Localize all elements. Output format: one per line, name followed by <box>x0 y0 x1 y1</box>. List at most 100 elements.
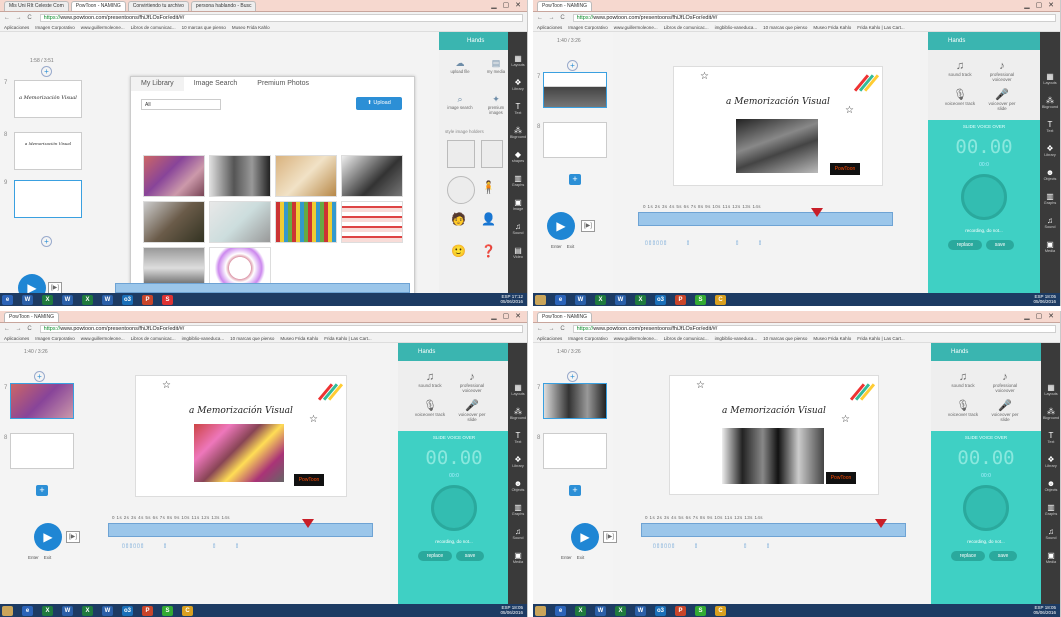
bookmark[interactable]: Museo Frida Kahlo <box>280 336 318 341</box>
sound-track-option[interactable]: ♫ sound track <box>412 371 448 388</box>
tool-text[interactable]: T Text <box>1040 120 1060 133</box>
playhead-marker[interactable] <box>811 208 823 217</box>
tool-video[interactable]: ▤ Video <box>508 246 527 259</box>
library-image[interactable] <box>341 201 403 243</box>
tab-my-library[interactable]: My Library <box>131 77 184 91</box>
spotify-icon[interactable]: S <box>695 294 706 305</box>
library-image[interactable] <box>275 201 337 243</box>
browser-tab[interactable]: Convirtiendo tu archivo <box>127 1 189 11</box>
slide-photo[interactable] <box>194 424 284 482</box>
play-button[interactable]: ▶ <box>547 212 575 240</box>
word-icon[interactable]: W <box>615 294 626 305</box>
tool-sound[interactable]: ♫ Sound <box>508 527 527 540</box>
word-icon[interactable]: W <box>22 294 33 305</box>
outlook-icon[interactable]: o3 <box>655 605 666 616</box>
slide-photo[interactable] <box>736 119 818 173</box>
word-icon[interactable]: W <box>102 605 113 616</box>
bookmark[interactable]: Aplicaciones <box>4 25 29 30</box>
bookmark[interactable]: Aplicaciones <box>537 336 562 341</box>
bookmark[interactable]: Libros de comunicac... <box>131 25 176 30</box>
ie-icon[interactable]: e <box>555 605 566 616</box>
add-slide-icon[interactable]: + <box>41 236 52 247</box>
explorer-icon[interactable] <box>535 294 546 305</box>
timeline-chips[interactable]: ▯▯▯▯▯▯ ▯ ▯ ▯ <box>653 543 770 549</box>
word-icon[interactable]: W <box>62 605 73 616</box>
voiceover-per-slide-option[interactable]: 🎤 voiceover per slide <box>454 399 490 422</box>
upload-button[interactable]: ⬆ Upload <box>356 97 402 110</box>
window-controls[interactable]: ▁ ▢ ✕ <box>491 312 523 320</box>
url-field[interactable]: https://www.powtoon.com/presentoons/fhiJ… <box>572 324 1056 333</box>
spotify-icon[interactable]: S <box>695 605 706 616</box>
tool-image[interactable]: ▣ Image <box>508 198 527 211</box>
filter-select[interactable]: All <box>141 99 221 110</box>
browser-tab-powtoon[interactable]: PowToon - NAMING <box>537 1 593 11</box>
library-image[interactable] <box>209 201 271 243</box>
excel-icon[interactable]: X <box>82 294 93 305</box>
save-button[interactable]: save <box>989 551 1017 561</box>
rect-holder[interactable] <box>481 140 503 168</box>
my-media-option[interactable]: ▤ my media <box>481 58 511 74</box>
excel-icon[interactable]: X <box>42 605 53 616</box>
bookmark[interactable]: 10 marcas que pienso <box>763 336 807 341</box>
tool-layouts[interactable]: ▦ Layouts <box>508 54 527 67</box>
bookmark[interactable]: Libros de comunicac... <box>664 25 709 30</box>
tool-media[interactable]: ▣ Media <box>1041 551 1060 564</box>
record-dial[interactable] <box>961 174 1007 220</box>
add-slide-button[interactable]: + <box>569 485 581 496</box>
sound-track-option[interactable]: ♫ sound track <box>942 60 978 77</box>
slide-thumbnail-selected[interactable] <box>543 383 607 419</box>
timeline-track[interactable] <box>108 523 373 537</box>
bookmark[interactable]: 10 marcas que pienso <box>763 25 807 30</box>
chrome-icon[interactable]: C <box>715 294 726 305</box>
step-button[interactable]: [▶] <box>66 531 80 543</box>
timeline-track[interactable] <box>115 283 410 293</box>
tool-shapes[interactable]: ◆ shapes <box>508 150 527 163</box>
bookmark[interactable]: www.guillermoleone... <box>614 25 658 30</box>
add-slide-button[interactable]: + <box>36 485 48 496</box>
record-dial[interactable] <box>963 485 1009 531</box>
tool-sound[interactable]: ♫ Sound <box>1041 527 1060 540</box>
outlook-icon[interactable]: o3 <box>655 294 666 305</box>
explorer-icon[interactable] <box>535 605 546 616</box>
voiceover-track-option[interactable]: 🎙 voiceover track <box>412 399 448 417</box>
bookmark[interactable]: Imagen Corporativo <box>568 336 608 341</box>
url-field[interactable]: https://www.powtoon.com/presentoons/fhiJ… <box>39 13 523 22</box>
timeline-track[interactable] <box>638 212 893 226</box>
play-button[interactable]: ▶ <box>571 523 599 551</box>
tool-sound[interactable]: ♫ Sound <box>508 222 527 235</box>
bookmark[interactable]: www.guillermoleone... <box>81 336 125 341</box>
powerpoint-icon[interactable]: P <box>142 294 153 305</box>
slide-thumbnail[interactable] <box>543 122 607 158</box>
slide-thumbnail-selected[interactable] <box>10 383 74 419</box>
tool-text[interactable]: T Text <box>508 102 527 115</box>
chrome-icon[interactable]: C <box>182 605 193 616</box>
character-icon[interactable]: 🙂 <box>451 244 466 258</box>
word-icon[interactable]: W <box>102 294 113 305</box>
tool-text[interactable]: T Text <box>1041 431 1060 444</box>
character-icon[interactable]: 👤 <box>481 212 496 226</box>
browser-tab-powtoon[interactable]: PowToon - NAMING <box>4 312 60 322</box>
bookmark[interactable]: Museo Frida Kahlo <box>813 336 851 341</box>
excel-icon[interactable]: X <box>635 294 646 305</box>
save-button[interactable]: save <box>456 551 484 561</box>
slide-canvas[interactable]: ☆ ☆ a Memorización Visual PowToon <box>673 66 883 186</box>
tool-graphs[interactable]: ▥ Graphs <box>508 503 527 516</box>
tool-bkground[interactable]: ⁂ Bkground <box>1040 96 1060 109</box>
step-button[interactable]: [▶] <box>603 531 617 543</box>
tool-library[interactable]: ❖ Library <box>1041 455 1060 468</box>
save-button[interactable]: save <box>986 240 1014 250</box>
tab-image-search[interactable]: Image Search <box>184 77 248 91</box>
step-button[interactable]: [▶] <box>581 220 595 232</box>
tool-library[interactable]: ❖ Library <box>508 455 527 468</box>
bookmark[interactable]: imgbiblio-vaneduca... <box>182 336 225 341</box>
playhead-marker[interactable] <box>302 519 314 528</box>
tool-bkground[interactable]: ⁂ Bkground <box>508 407 527 420</box>
professional-voiceover-option[interactable]: ♪ professional voiceover <box>454 371 490 393</box>
bookmark[interactable]: imgbiblio-vaneduca... <box>715 25 758 30</box>
explorer-icon[interactable] <box>2 605 13 616</box>
bookmark[interactable]: Aplicaciones <box>4 336 29 341</box>
bookmark[interactable]: 10 marcas que pienso <box>182 25 226 30</box>
playhead-marker[interactable] <box>875 519 887 528</box>
spotify-icon[interactable]: S <box>162 605 173 616</box>
window-controls[interactable]: ▁ ▢ ✕ <box>1024 312 1056 320</box>
